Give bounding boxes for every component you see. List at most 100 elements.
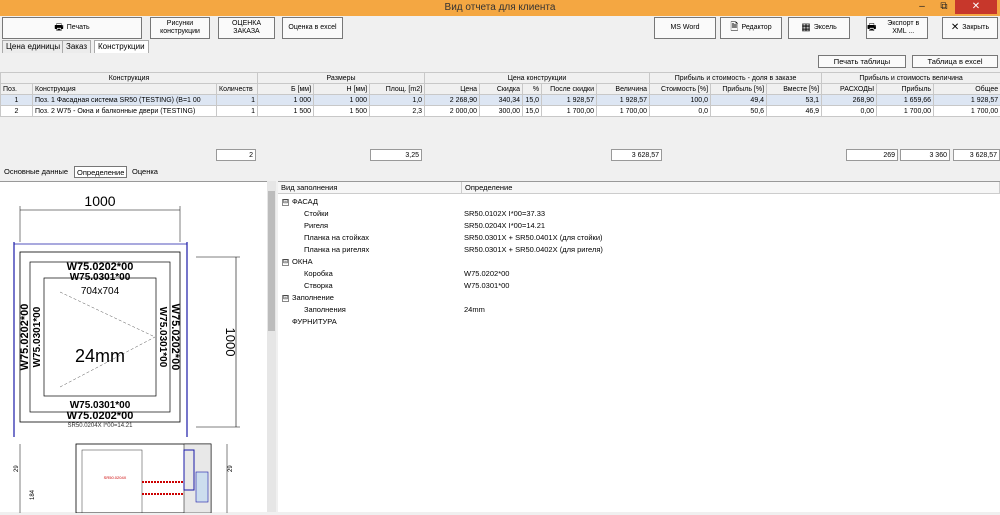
estimate-excel-button[interactable]: Оценка в excel bbox=[282, 17, 343, 39]
close-label: Закрыть bbox=[962, 24, 989, 32]
column-header[interactable]: Количеств bbox=[217, 84, 258, 95]
column-header[interactable]: Общее bbox=[934, 84, 1000, 95]
table-cell: 50,6 bbox=[711, 106, 767, 117]
table-cell: 1 700,00 bbox=[934, 106, 1000, 117]
column-header[interactable]: Поз. bbox=[1, 84, 33, 95]
column-header[interactable]: Прибыль bbox=[877, 84, 934, 95]
table-cell: 1 000 bbox=[258, 95, 314, 106]
dimension-width-label: 1000 bbox=[84, 193, 115, 209]
table-cell: 1 500 bbox=[258, 106, 314, 117]
printer-icon: 🖶 bbox=[54, 24, 63, 32]
tab-order[interactable]: Заказ bbox=[62, 40, 91, 53]
tab-unit-price[interactable]: Цена единицы bbox=[2, 40, 64, 53]
scrollbar-thumb[interactable] bbox=[268, 191, 275, 331]
table-cell: 15,0 bbox=[523, 106, 542, 117]
group-header-share: Прибыль и стоимость - доля в заказе bbox=[650, 73, 822, 84]
column-header[interactable]: Скидка bbox=[480, 84, 523, 95]
table-cell: Поз. 1 Фасадная система SR50 (TESTING) (… bbox=[33, 95, 217, 106]
excel-button[interactable]: ▦ Эксель bbox=[788, 17, 850, 39]
excel-icon: ▦ bbox=[801, 24, 810, 32]
tree-label: Заполнения bbox=[304, 304, 346, 315]
tree-label: ОКНА bbox=[292, 257, 313, 266]
minimize-button[interactable]: – bbox=[912, 0, 932, 14]
group-header-construction: Конструкция bbox=[1, 73, 258, 84]
column-header[interactable]: Цена bbox=[425, 84, 480, 95]
profile-top-inner: W75.0301*00 bbox=[70, 272, 131, 283]
profile-right-outer: W75.0202*00 bbox=[169, 304, 181, 371]
table-cell: 1 700,00 bbox=[597, 106, 650, 117]
column-header[interactable]: Величина bbox=[597, 84, 650, 95]
collapse-icon[interactable]: ⊟ bbox=[282, 199, 289, 206]
tree-value: SR50.0204X I*00=14.21 bbox=[464, 220, 545, 231]
tree-label: ФУРНИТУРА bbox=[292, 316, 337, 327]
table-cell: 1 700,00 bbox=[877, 106, 934, 117]
section-dimension-right: 29 bbox=[228, 465, 234, 472]
ms-word-button[interactable]: MS Word bbox=[654, 17, 716, 39]
table-cell: 0,00 bbox=[822, 106, 877, 117]
tree-value: W75.0301*00 bbox=[464, 280, 509, 291]
table-cell: 1 928,57 bbox=[542, 95, 597, 106]
editor-button[interactable]: 🗎 Редактор bbox=[720, 17, 782, 39]
construction-drawing-pane: 1000 1000 W75.0202*00 W75.0301*00 704x70… bbox=[0, 181, 267, 512]
tree-label: Коробка bbox=[304, 268, 333, 279]
glass-label: 24mm bbox=[75, 346, 125, 366]
section-dimension-small: 184 bbox=[30, 489, 36, 500]
total-expenses: 269 bbox=[846, 149, 898, 161]
column-header[interactable]: Стоимость [%] bbox=[650, 84, 711, 95]
close-button[interactable]: ✕ Закрыть bbox=[942, 17, 998, 39]
table-cell: Поз. 2 W75 - Окна и балконные двери (TES… bbox=[33, 106, 217, 117]
table-row[interactable]: 2 Поз. 2 W75 - Окна и балконные двери (T… bbox=[1, 106, 1000, 117]
column-header[interactable]: Площ. [m2] bbox=[370, 84, 425, 95]
column-header[interactable]: Конструкция bbox=[33, 84, 217, 95]
profile-bottom-partial: SR50.0204X I*00=14.21 bbox=[68, 423, 134, 429]
column-header-definition[interactable]: Определение bbox=[462, 182, 1000, 194]
column-header[interactable]: Б [мм] bbox=[258, 84, 314, 95]
profile-right-inner: W75.0301*00 bbox=[157, 307, 168, 368]
estimate-button[interactable]: ОЦЕНКА ЗАКАЗА bbox=[218, 17, 275, 39]
tree-label: Стойки bbox=[304, 208, 329, 219]
column-header[interactable]: РАСХОДЫ bbox=[822, 84, 877, 95]
table-cell: 2 268,90 bbox=[425, 95, 480, 106]
group-header-price: Цена конструкции bbox=[425, 73, 650, 84]
column-header-fill-type[interactable]: Вид заполнения bbox=[278, 182, 462, 194]
section-dimension-left: 29 bbox=[14, 465, 20, 472]
tree-label: ФАСАД bbox=[292, 197, 318, 206]
profile-left-outer: W75.0202*00 bbox=[19, 304, 31, 371]
table-cell: 100,0 bbox=[650, 95, 711, 106]
table-cell: 1 700,00 bbox=[542, 106, 597, 117]
table-cell: 300,00 bbox=[480, 106, 523, 117]
column-header[interactable]: После скидки bbox=[542, 84, 597, 95]
column-header[interactable]: % bbox=[523, 84, 542, 95]
column-header[interactable]: Н [мм] bbox=[314, 84, 370, 95]
column-header[interactable]: Прибыль [%] bbox=[711, 84, 767, 95]
maximize-button[interactable]: ⧉ bbox=[934, 0, 954, 14]
constructions-table: Конструкция Размеры Цена конструкции При… bbox=[0, 72, 1000, 117]
close-window-button[interactable]: ✕ bbox=[955, 0, 997, 14]
drawings-button[interactable]: Рисунки конструкции bbox=[150, 17, 210, 39]
table-row[interactable]: 1 Поз. 1 Фасадная система SR50 (TESTING)… bbox=[1, 95, 1000, 106]
tree-value: SR50.0301X + SR50.0402X (для ригеля) bbox=[464, 244, 603, 255]
table-cell: 1 bbox=[217, 106, 258, 117]
title-bar: Вид отчета для клиента – ⧉ ✕ bbox=[0, 0, 1000, 16]
table-cell: 2 bbox=[1, 106, 33, 117]
table-cell: 2,3 bbox=[370, 106, 425, 117]
export-xml-label: Экспорт в XML ... bbox=[879, 20, 927, 36]
total-amount: 3 628,57 bbox=[611, 149, 662, 161]
column-header[interactable]: Вместе [%] bbox=[767, 84, 822, 95]
print-table-button[interactable]: Печать таблицы bbox=[818, 55, 906, 68]
tab-basic-data[interactable]: Основные данные bbox=[2, 166, 70, 178]
excel-label: Эксель bbox=[814, 24, 837, 32]
tree-value: W75.0202*00 bbox=[464, 268, 509, 279]
table-cell: 340,34 bbox=[480, 95, 523, 106]
collapse-icon[interactable]: ⊟ bbox=[282, 259, 289, 266]
opening-size-label: 704x704 bbox=[81, 286, 120, 297]
tab-definition[interactable]: Определение bbox=[74, 166, 127, 178]
drawing-scrollbar[interactable] bbox=[267, 181, 276, 512]
print-button[interactable]: 🖶 Печать bbox=[2, 17, 142, 39]
collapse-icon[interactable]: ⊟ bbox=[282, 295, 289, 302]
table-excel-button[interactable]: Таблица в excel bbox=[912, 55, 998, 68]
export-xml-button[interactable]: 🖶 Экспорт в XML ... bbox=[866, 17, 928, 39]
tab-evaluation[interactable]: Оценка bbox=[130, 166, 160, 178]
close-icon: ✕ bbox=[951, 24, 959, 32]
tab-constructions[interactable]: Конструкции bbox=[94, 40, 149, 53]
